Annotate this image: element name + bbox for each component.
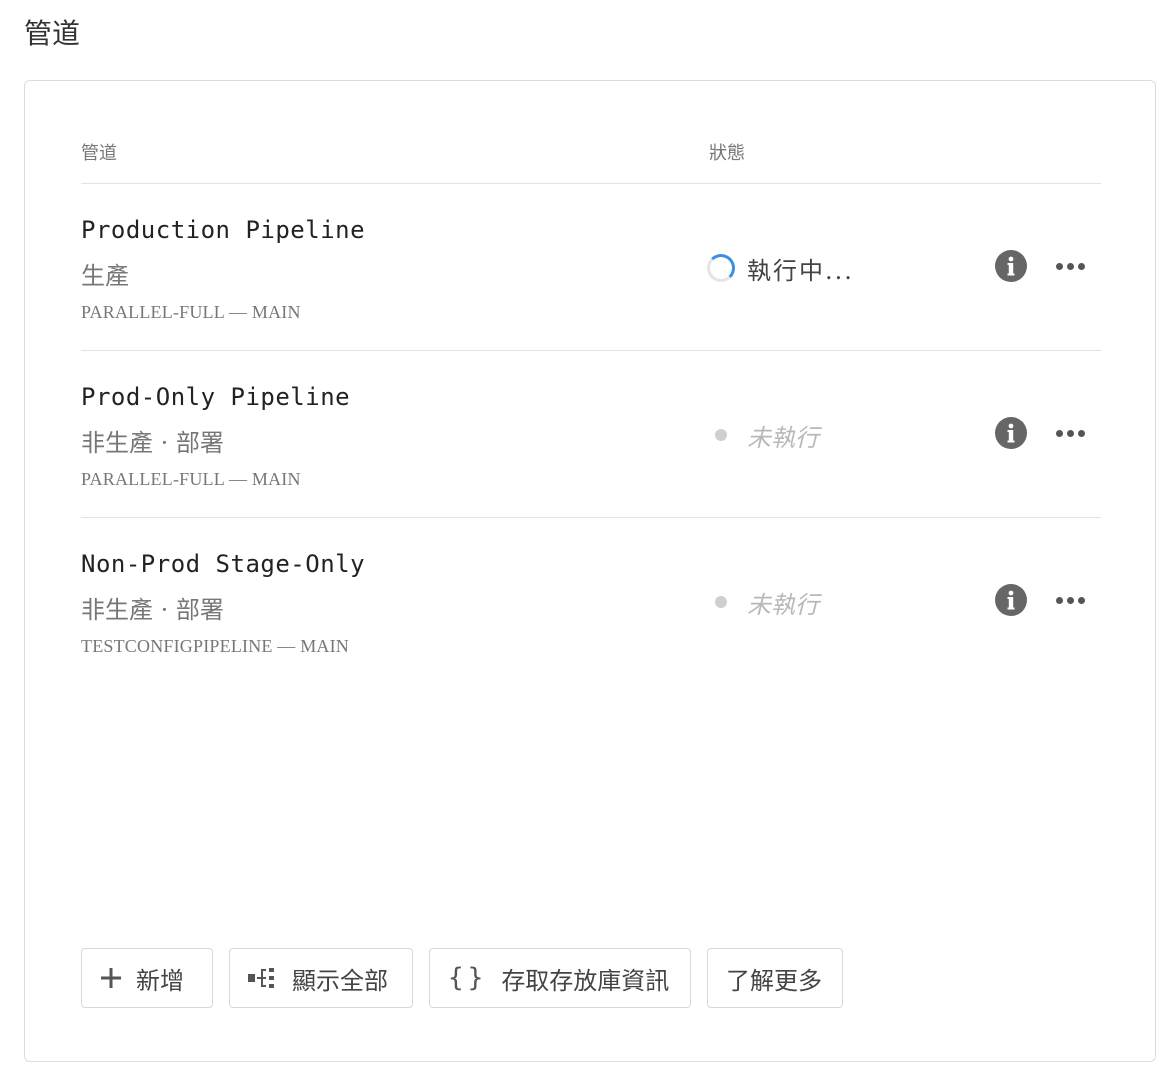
idle-dot-icon: [715, 429, 727, 441]
pipeline-name[interactable]: Production Pipeline: [81, 216, 365, 244]
more-options-icon[interactable]: [1051, 584, 1089, 616]
info-icon[interactable]: [995, 417, 1027, 449]
status-label: 執行中...: [747, 256, 854, 285]
pipeline-name[interactable]: Prod-Only Pipeline: [81, 383, 350, 411]
more-options-icon[interactable]: [1051, 417, 1089, 449]
info-icon[interactable]: [995, 250, 1027, 282]
pipeline-name[interactable]: Non-Prod Stage-Only: [81, 550, 365, 578]
column-header-pipeline: 管道: [81, 143, 117, 164]
pipeline-environment: 非生產 · 部署: [81, 596, 224, 624]
braces-icon: {}: [448, 963, 488, 993]
more-options-icon[interactable]: [1051, 250, 1089, 282]
pipeline-environment: 非生產 · 部署: [81, 429, 224, 457]
info-icon[interactable]: [995, 584, 1027, 616]
page-title: 管道: [24, 17, 81, 50]
pipeline-source: TESTCONFIGPIPELINE — MAIN: [81, 636, 349, 656]
show-all-button-label: 顯示全部: [292, 966, 388, 995]
pipeline-row[interactable]: Prod-Only Pipeline 非生產 · 部署 PARALLEL-FUL…: [81, 351, 1101, 518]
pipelines-card: 管道 狀態 Production Pipeline 生產 PARALLEL-FU…: [24, 80, 1156, 1062]
repo-info-button-label: 存取存放庫資訊: [501, 966, 670, 995]
pipeline-source: PARALLEL-FULL — MAIN: [81, 302, 301, 322]
add-button[interactable]: 新增: [81, 948, 213, 1008]
learn-more-button-label: 了解更多: [726, 966, 822, 995]
column-header-status: 狀態: [709, 143, 745, 164]
plus-icon: [100, 967, 122, 989]
pipeline-status: 未執行: [707, 417, 819, 453]
pipeline-environment: 生產: [81, 262, 129, 290]
pipeline-row[interactable]: Production Pipeline 生產 PARALLEL-FULL — M…: [81, 184, 1101, 351]
repo-info-button[interactable]: {} 存取存放庫資訊: [429, 948, 691, 1008]
pipeline-status: 執行中...: [707, 250, 854, 286]
idle-dot-icon: [715, 596, 727, 608]
pipeline-status: 未執行: [707, 584, 819, 620]
pipeline-row[interactable]: Non-Prod Stage-Only 非生產 · 部署 TESTCONFIGP…: [81, 518, 1101, 685]
learn-more-button[interactable]: 了解更多: [707, 948, 843, 1008]
add-button-label: 新增: [136, 966, 184, 995]
pipeline-source: PARALLEL-FULL — MAIN: [81, 469, 301, 489]
status-label: 未執行: [747, 423, 819, 452]
action-bar: 新增 顯示全部 {} 存取存放庫資訊 了解更多: [81, 948, 843, 1008]
table-header: 管道 狀態: [81, 137, 1101, 184]
status-label: 未執行: [747, 590, 819, 619]
running-spinner-icon: [707, 254, 735, 282]
pipeline-tree-icon: [248, 967, 278, 989]
show-all-button[interactable]: 顯示全部: [229, 948, 413, 1008]
